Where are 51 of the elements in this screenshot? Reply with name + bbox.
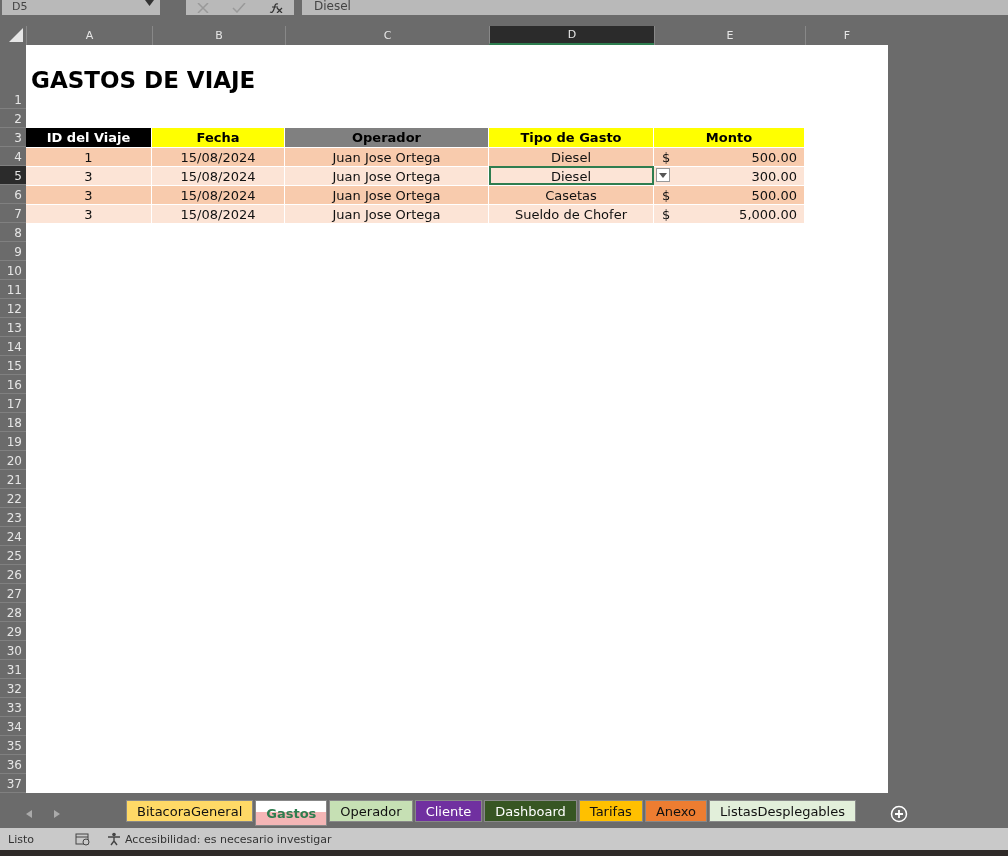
caret-icon	[145, 0, 154, 6]
table-cell: Juan Jose Ortega	[285, 204, 489, 223]
table-cell: Sueldo de Chofer	[489, 204, 654, 223]
amount: 500.00	[751, 187, 797, 203]
table-cell: 15/08/2024	[152, 166, 285, 185]
table-cell: 15/08/2024	[152, 204, 285, 223]
column-header[interactable]: D	[489, 26, 654, 45]
add-sheet-icon[interactable]	[890, 805, 908, 823]
header-cell: Monto	[654, 128, 805, 147]
table-cell: 15/08/2024	[152, 147, 285, 166]
table-cell: 1	[26, 147, 152, 166]
sheet-tab[interactable]: Operador	[329, 800, 413, 822]
sheet-title: GASTOS DE VIAJE	[31, 67, 256, 93]
header-cell: Fecha	[152, 128, 285, 147]
dropdown-button[interactable]	[656, 168, 670, 182]
amount: 5,000.00	[739, 206, 797, 222]
table-cell: 3	[26, 166, 152, 185]
sheet-tab[interactable]: Tarifas	[578, 800, 643, 822]
sheet-tab[interactable]: BitacoraGeneral	[126, 800, 254, 822]
macro-icon[interactable]	[75, 832, 91, 846]
table-cell: 3	[26, 185, 152, 204]
sheet-tab[interactable]: Anexo	[644, 800, 708, 822]
sheet-tab[interactable]: ListasDesplegables	[709, 800, 856, 822]
function-icon[interactable]	[268, 2, 283, 13]
formula-field[interactable]: Diesel	[302, 0, 1008, 15]
sheet-tab[interactable]: Gastos	[255, 800, 328, 826]
table-cell: 15/08/2024	[152, 185, 285, 204]
name-box[interactable]: D5	[2, 0, 160, 15]
amount: 500.00	[751, 149, 797, 165]
sheet-tab[interactable]: Dashboard	[484, 800, 577, 822]
currency-symbol: $	[662, 187, 671, 203]
table-cell: Casetas	[489, 185, 654, 204]
caret-icon	[659, 172, 667, 178]
amount: 300.00	[751, 168, 797, 184]
header-cell: Operador	[285, 128, 489, 147]
accessibility-status[interactable]: Accesibilidad: es necesario investigar	[125, 832, 332, 846]
accessibility-icon[interactable]	[107, 832, 121, 846]
currency-symbol: $	[662, 206, 671, 222]
row-number[interactable]: 5	[0, 166, 26, 185]
currency-symbol: $	[662, 149, 671, 165]
status-text: Listo	[8, 832, 35, 846]
sheet-tab[interactable]: Cliente	[414, 800, 483, 822]
table-cell: Juan Jose Ortega	[285, 147, 489, 166]
header-cell: ID del Viaje	[26, 128, 152, 147]
table-cell: Juan Jose Ortega	[285, 166, 489, 185]
table-cell: Diesel	[489, 147, 654, 166]
select-all-icon[interactable]	[9, 28, 23, 42]
table-cell: Juan Jose Ortega	[285, 185, 489, 204]
table-cell: 3	[26, 204, 152, 223]
header-cell: Tipo de Gasto	[489, 128, 654, 147]
check-icon[interactable]	[232, 2, 246, 13]
